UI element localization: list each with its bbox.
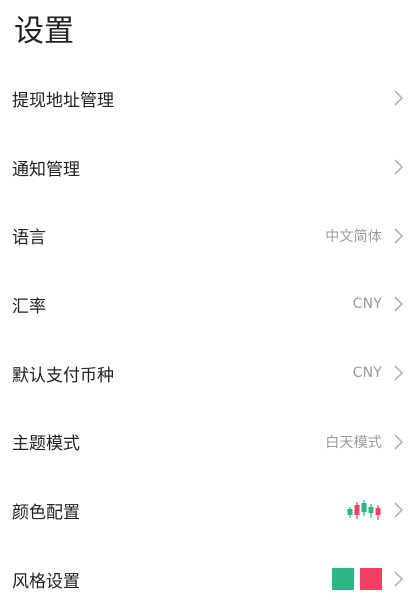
row-label: 风格设置 [12, 571, 80, 592]
candlestick-icon [347, 500, 381, 521]
chevron-right-icon [394, 90, 404, 106]
row-right [346, 498, 404, 522]
chevron-right-icon [394, 365, 404, 381]
settings-list: 提现地址管理 通知管理 语言 中文简体 汇率 CNY 默认支付币种 CNY 主题… [0, 64, 420, 614]
color-swatch-icon [332, 568, 382, 591]
chevron-right-icon [394, 434, 404, 450]
red-swatch [360, 568, 382, 591]
row-label: 默认支付币种 [12, 365, 114, 386]
page-title: 设置 [14, 14, 74, 49]
row-right [392, 89, 404, 107]
green-swatch [332, 568, 354, 591]
row-value: CNY [352, 296, 382, 313]
settings-row-color-config[interactable]: 颜色配置 [0, 476, 420, 545]
row-label: 主题模式 [12, 434, 80, 455]
row-right [332, 568, 404, 591]
row-label: 提现地址管理 [12, 90, 114, 111]
row-right: CNY [353, 295, 404, 313]
row-right [392, 158, 404, 176]
chevron-right-icon [394, 296, 404, 312]
settings-row-theme-mode[interactable]: 主题模式 白天模式 [0, 407, 420, 476]
row-value: 中文简体 [325, 228, 382, 245]
settings-row-style[interactable]: 风格设置 [0, 545, 420, 614]
chevron-right-icon [394, 228, 404, 244]
row-value: CNY [352, 365, 382, 382]
chevron-right-icon [394, 159, 404, 175]
row-label: 语言 [12, 228, 46, 249]
row-value: 白天模式 [325, 434, 382, 451]
settings-row-exchange-rate[interactable]: 汇率 CNY [0, 270, 420, 339]
row-right: 中文简体 [325, 226, 404, 246]
row-label: 通知管理 [12, 159, 80, 180]
row-label: 颜色配置 [12, 502, 80, 523]
row-label: 汇率 [12, 296, 46, 317]
chevron-right-icon [394, 502, 404, 519]
row-right: 白天模式 [325, 432, 404, 452]
settings-row-language[interactable]: 语言 中文简体 [0, 201, 420, 270]
settings-row-default-currency[interactable]: 默认支付币种 CNY [0, 339, 420, 408]
row-right: CNY [353, 364, 404, 382]
settings-row-notifications[interactable]: 通知管理 [0, 133, 420, 202]
settings-row-withdraw-address[interactable]: 提现地址管理 [0, 64, 420, 133]
chevron-right-icon [394, 571, 404, 587]
